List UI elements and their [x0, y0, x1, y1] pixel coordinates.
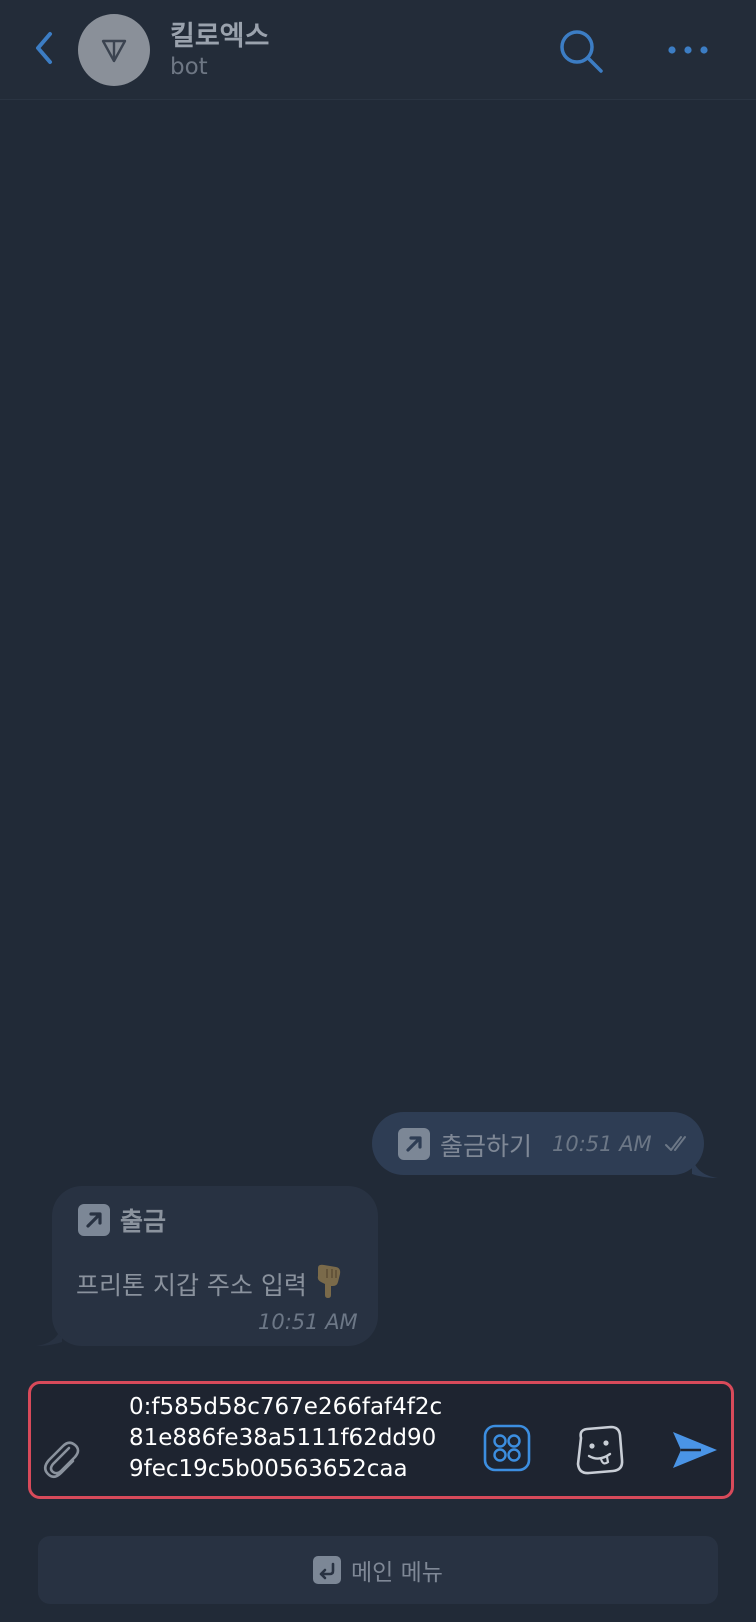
message-text: 출금하기 — [440, 1132, 533, 1161]
main-menu-button[interactable]: 메인 메뉴 — [38, 1536, 718, 1604]
pointing-down-emoji-icon — [317, 1264, 341, 1298]
attach-button[interactable] — [39, 1436, 85, 1482]
chevron-left-icon — [36, 32, 52, 64]
sticker-button[interactable] — [573, 1424, 625, 1476]
return-arrow-icon — [313, 1556, 342, 1584]
message-time: 10:51 AM — [552, 1132, 652, 1156]
arrow-up-right-icon — [398, 1128, 430, 1160]
bot-menu-button[interactable] — [483, 1424, 531, 1472]
paperclip-icon — [43, 1441, 80, 1479]
apps-grid-icon — [483, 1424, 531, 1472]
arrow-up-right-icon — [78, 1204, 110, 1236]
message-composer: 0:f585d58c767e266faf4f2c81e886fe38a5111f… — [28, 1381, 734, 1499]
more-options-button[interactable] — [666, 36, 710, 64]
chat-title: 킬로엑스 — [170, 21, 270, 52]
send-arrow-icon — [673, 1432, 717, 1468]
message-time: 10:51 AM — [258, 1310, 358, 1334]
incoming-message[interactable]: 출금 프리톤 지갑 주소 입력 10:51 AM — [52, 1186, 378, 1346]
message-title: 출금 — [120, 1207, 167, 1236]
message-body: 프리톤 지갑 주소 입력 — [76, 1271, 307, 1300]
more-dots-icon — [668, 46, 708, 54]
search-button[interactable] — [556, 26, 606, 76]
bot-avatar[interactable] — [78, 14, 150, 86]
chat-header: 킬로엑스 bot — [0, 0, 756, 100]
search-icon — [560, 30, 603, 73]
chat-subtitle: bot — [170, 54, 208, 80]
sticker-face-icon — [576, 1425, 624, 1475]
ton-logo-icon — [101, 39, 127, 63]
double-check-icon — [665, 1136, 686, 1151]
back-button[interactable] — [30, 28, 60, 68]
message-input[interactable]: 0:f585d58c767e266faf4f2c81e886fe38a5111f… — [129, 1392, 449, 1485]
main-menu-label: 메인 메뉴 — [351, 1560, 443, 1586]
outgoing-message[interactable]: 출금하기 10:51 AM — [372, 1112, 704, 1175]
send-button[interactable] — [671, 1428, 719, 1472]
